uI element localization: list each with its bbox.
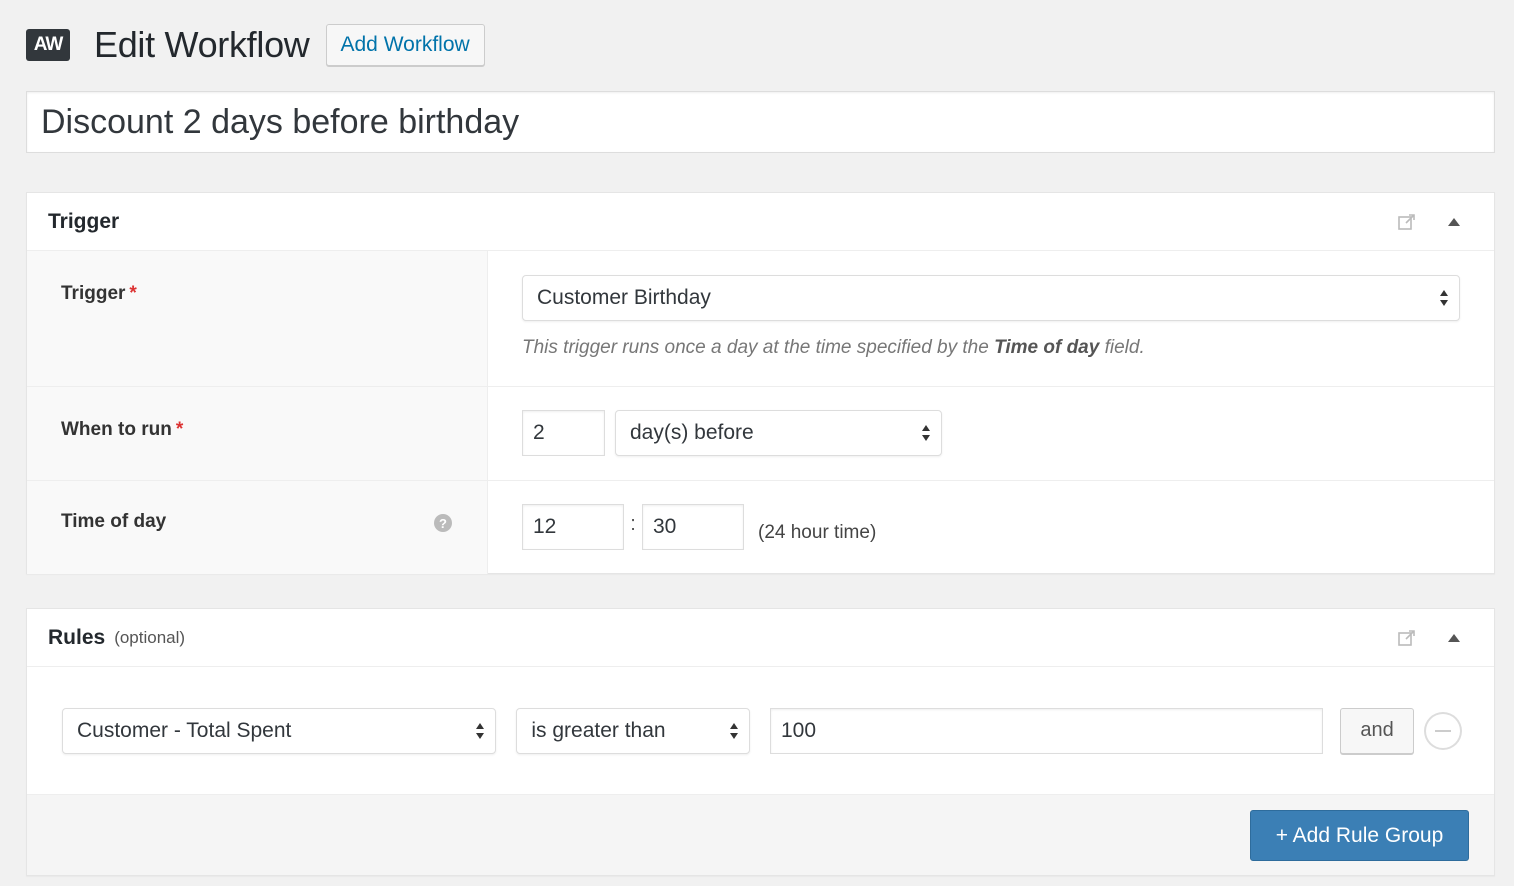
help-icon[interactable]: ? xyxy=(434,514,452,532)
rule-operator-value: is greater than xyxy=(531,718,666,742)
minute-input[interactable]: 30 xyxy=(642,504,744,550)
when-to-run-unit-select[interactable]: day(s) before xyxy=(615,410,942,456)
trigger-panel-header: Trigger xyxy=(27,193,1494,251)
rules-panel-header: Rules (optional) xyxy=(27,609,1494,667)
time-of-day-label-cell: Time of day ? xyxy=(27,481,488,574)
rules-footer: + Add Rule Group xyxy=(27,795,1494,875)
when-to-run-label-cell: When to run * xyxy=(27,387,488,480)
hour-input[interactable]: 12 xyxy=(522,504,624,550)
rule-row: Customer - Total Spent is greater than 1… xyxy=(27,667,1494,795)
rule-operator-select[interactable]: is greater than xyxy=(516,707,750,754)
page-header: AW Edit Workflow Add Workflow xyxy=(26,22,485,68)
and-button[interactable]: and xyxy=(1340,707,1415,754)
when-to-run-label: When to run xyxy=(61,419,172,440)
trigger-description: This trigger runs once a day at the time… xyxy=(522,337,1145,358)
when-to-run-amount-input[interactable]: 2 xyxy=(522,410,605,456)
trigger-label-cell: Trigger * xyxy=(27,251,488,386)
collapse-arrow-icon[interactable] xyxy=(1448,634,1460,642)
select-arrows-icon xyxy=(1440,290,1448,306)
add-workflow-button[interactable]: Add Workflow xyxy=(325,24,485,66)
workflow-title-input[interactable]: Discount 2 days before birthday xyxy=(26,91,1495,153)
when-to-run-row: When to run * 2 day(s) before xyxy=(27,387,1494,481)
time-hint: (24 hour time) xyxy=(758,522,877,543)
remove-circle-icon[interactable] xyxy=(1424,711,1463,750)
rules-panel: Rules (optional) Customer - Total Spent … xyxy=(26,608,1495,876)
select-arrows-icon xyxy=(476,722,485,739)
external-link-icon[interactable] xyxy=(1396,211,1418,233)
trigger-select[interactable]: Customer Birthday xyxy=(522,275,1460,321)
trigger-panel: Trigger Trigger * Customer Birthday This … xyxy=(26,192,1495,574)
time-of-day-field-cell: 12 : 30 (24 hour time) xyxy=(488,481,1494,574)
time-separator: : xyxy=(630,513,636,535)
rule-value-input[interactable]: 100 xyxy=(770,707,1324,754)
required-mark: * xyxy=(175,419,184,440)
trigger-row: Trigger * Customer Birthday This trigger … xyxy=(27,251,1494,387)
trigger-panel-title: Trigger xyxy=(48,209,120,233)
select-arrows-icon xyxy=(730,722,738,739)
trigger-field-cell: Customer Birthday This trigger runs once… xyxy=(488,251,1494,386)
rules-panel-title: Rules xyxy=(48,625,106,649)
page-title: Edit Workflow xyxy=(94,24,310,65)
rule-field-value: Customer - Total Spent xyxy=(77,718,292,742)
external-link-icon[interactable] xyxy=(1396,627,1418,649)
aw-logo: AW xyxy=(26,29,70,61)
when-to-run-unit-value: day(s) before xyxy=(630,421,754,444)
rules-panel-subtitle: (optional) xyxy=(114,627,186,647)
select-arrows-icon xyxy=(922,425,930,441)
collapse-arrow-icon[interactable] xyxy=(1448,218,1460,226)
add-rule-group-button[interactable]: + Add Rule Group xyxy=(1250,810,1469,861)
time-of-day-row: Time of day ? 12 : 30 (24 hour time) xyxy=(27,481,1494,574)
rule-field-select[interactable]: Customer - Total Spent xyxy=(62,707,497,754)
required-mark: * xyxy=(129,283,137,304)
trigger-select-value: Customer Birthday xyxy=(537,286,711,309)
time-of-day-label: Time of day xyxy=(61,511,167,532)
when-to-run-field-cell: 2 day(s) before xyxy=(488,387,1494,480)
trigger-label: Trigger xyxy=(61,283,126,304)
